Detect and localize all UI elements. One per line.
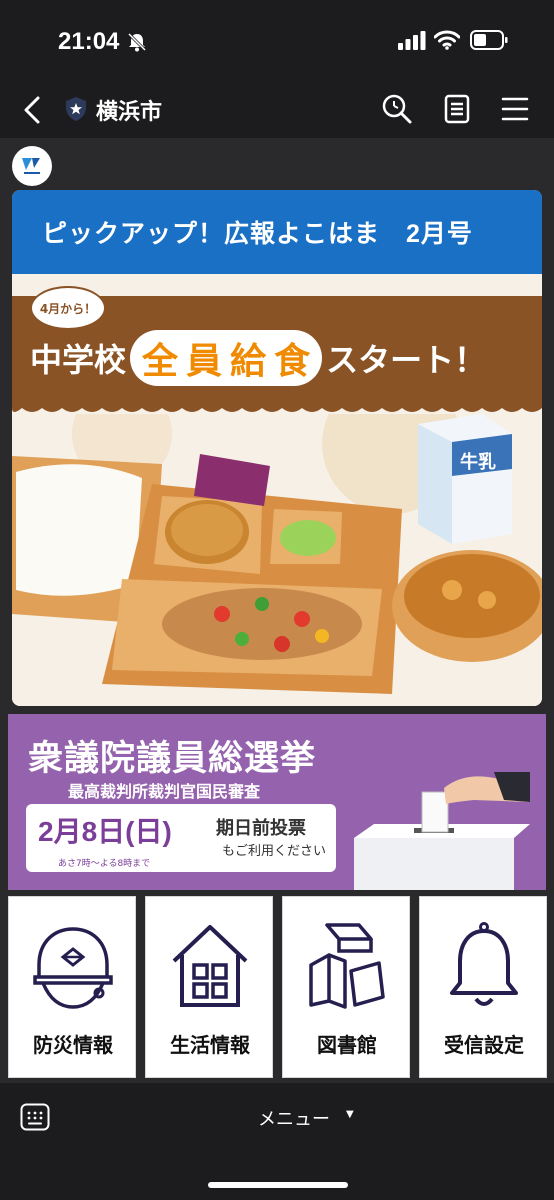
bell-muted-icon: [127, 32, 147, 52]
headline-highlight: 全 員 給 食: [130, 330, 323, 386]
headline-post: スタート！: [326, 342, 487, 378]
status-time: 21:04: [58, 28, 120, 55]
city-logo-icon: [22, 158, 40, 174]
headline-char: 全: [142, 340, 179, 381]
menu-toggle-label[interactable]: メニュー: [258, 1105, 330, 1131]
early-vote-note: もご利用ください: [222, 844, 327, 859]
ballot-box-illustration: [354, 772, 530, 890]
hamburger-menu-icon[interactable]: [498, 92, 532, 126]
tile-notification-settings[interactable]: 受信設定: [419, 896, 547, 1078]
search-icon[interactable]: [380, 92, 414, 126]
pickup-message-card[interactable]: ピックアップ！広報よこはま 2月号 4月から！ 中学校 全 員 給 食 スタート…: [12, 190, 542, 706]
election-banner[interactable]: 衆議院議員総選挙 最高裁判所裁判官国民審査 2月8日(日) あさ7時～よる8時ま…: [8, 714, 546, 890]
tile-library[interactable]: 図書館: [282, 896, 410, 1078]
helmet-icon: [33, 927, 113, 1009]
chat-header: 横浜市: [0, 82, 554, 138]
early-vote-label: 期日前投票: [216, 818, 306, 839]
books-icon: [309, 923, 385, 1009]
back-chevron-icon[interactable]: [20, 94, 44, 126]
status-bar: 21:04: [0, 0, 554, 82]
election-hours: あさ7時～よる8時まで: [58, 859, 151, 869]
bell-icon: [450, 922, 518, 1006]
home-indicator: [208, 1182, 348, 1188]
chat-area[interactable]: ピックアップ！広報よこはま 2月号 4月から！ 中学校 全 員 給 食 スタート…: [0, 138, 554, 1083]
banner-headline: 中学校 全 員 給 食 スタート！: [30, 328, 530, 388]
account-avatar[interactable]: [12, 146, 52, 186]
election-subtitle: 最高裁判所裁判官国民審査: [68, 782, 261, 801]
milk-carton-label: 牛乳: [460, 451, 496, 473]
caret-down-icon[interactable]: ▼: [346, 1109, 354, 1120]
from-april-badge: 4月から！: [30, 286, 106, 330]
tile-disaster-info[interactable]: 防災情報: [8, 896, 136, 1078]
keyboard-icon[interactable]: [20, 1103, 50, 1131]
house-icon: [172, 925, 248, 1007]
school-lunch-banner[interactable]: 4月から！ 中学校 全 員 給 食 スタート！ 牛乳: [12, 274, 542, 706]
notes-icon[interactable]: [440, 92, 474, 126]
tile-label: 図書館: [317, 1035, 377, 1057]
headline-char: 員: [186, 340, 223, 381]
headline-char: 食: [274, 340, 311, 381]
tile-label: 防災情報: [33, 1035, 113, 1057]
election-date-box: 2月8日(日) あさ7時～よる8時まで 期日前投票 もご利用ください: [26, 804, 336, 872]
cellular-signal-icon: [398, 31, 426, 50]
tile-label: 生活情報: [170, 1035, 250, 1057]
election-title: 衆議院議員総選挙: [28, 739, 317, 778]
card-header: ピックアップ！広報よこはま 2月号: [12, 190, 542, 274]
school-lunch-tray-illustration: 牛乳: [12, 414, 542, 694]
headline-char: 給: [230, 340, 267, 381]
tile-label: 受信設定: [444, 1035, 524, 1057]
chat-title: 横浜市: [96, 99, 163, 124]
rich-menu: 防災情報 生活情報 図書館 受信設定: [8, 896, 547, 1080]
headline-pre: 中学校: [30, 342, 127, 378]
tile-living-info[interactable]: 生活情報: [145, 896, 273, 1078]
election-date: 2月8日(日): [38, 816, 172, 847]
wifi-icon: [434, 30, 460, 50]
battery-icon: [470, 30, 508, 50]
official-account-shield-icon: [66, 97, 86, 121]
